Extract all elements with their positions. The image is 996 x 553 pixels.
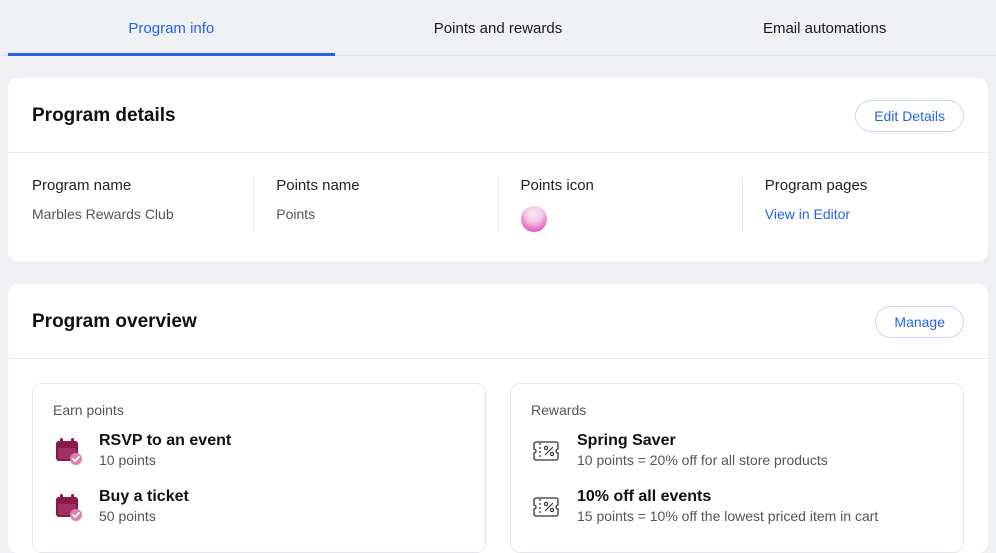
item-title: Spring Saver bbox=[577, 432, 828, 450]
program-name-label: Program name bbox=[32, 177, 231, 194]
overview-body: Earn points RSVP to an event 10 bbox=[8, 359, 988, 553]
points-icon bbox=[521, 206, 547, 232]
item-title: 10% off all events bbox=[577, 488, 878, 506]
edit-details-button[interactable]: Edit Details bbox=[855, 100, 964, 132]
item-title: RSVP to an event bbox=[99, 432, 231, 450]
view-in-editor-link[interactable]: View in Editor bbox=[765, 206, 964, 222]
points-icon-label: Points icon bbox=[521, 177, 720, 194]
program-details-header: Program details Edit Details bbox=[8, 78, 988, 152]
rewards-label: Rewards bbox=[531, 402, 943, 418]
item-sub: 10 points = 20% off for all store produc… bbox=[577, 452, 828, 468]
program-details-card: Program details Edit Details Program nam… bbox=[8, 78, 988, 262]
program-overview-card: Program overview Manage Earn points bbox=[8, 284, 988, 553]
item-sub: 10 points bbox=[99, 452, 231, 468]
program-overview-header: Program overview Manage bbox=[8, 284, 988, 358]
earn-points-panel: Earn points RSVP to an event 10 bbox=[32, 383, 486, 553]
list-item: 10% off all events 15 points = 10% off t… bbox=[531, 488, 943, 524]
item-title: Buy a ticket bbox=[99, 488, 189, 506]
item-sub: 15 points = 10% off the lowest priced it… bbox=[577, 508, 878, 524]
points-name-value: Points bbox=[276, 206, 475, 222]
item-text: Buy a ticket 50 points bbox=[99, 488, 189, 524]
item-sub: 50 points bbox=[99, 508, 189, 524]
tabs: Program info Points and rewards Email au… bbox=[0, 0, 996, 56]
program-details-title: Program details bbox=[32, 105, 176, 127]
coupon-icon bbox=[531, 492, 561, 522]
tab-email-automations[interactable]: Email automations bbox=[661, 0, 988, 55]
tab-points-and-rewards[interactable]: Points and rewards bbox=[335, 0, 662, 55]
list-item: Spring Saver 10 points = 20% off for all… bbox=[531, 432, 943, 468]
manage-button[interactable]: Manage bbox=[875, 306, 964, 338]
points-name-label: Points name bbox=[276, 177, 475, 194]
item-text: 10% off all events 15 points = 10% off t… bbox=[577, 488, 878, 524]
calendar-check-icon bbox=[53, 492, 83, 522]
coupon-icon bbox=[531, 436, 561, 466]
list-item: RSVP to an event 10 points bbox=[53, 432, 465, 468]
points-name-column: Points name Points bbox=[254, 177, 498, 232]
list-item: Buy a ticket 50 points bbox=[53, 488, 465, 524]
calendar-check-icon bbox=[53, 436, 83, 466]
item-text: Spring Saver 10 points = 20% off for all… bbox=[577, 432, 828, 468]
rewards-panel: Rewards Spring Saver 10 points = 20% off… bbox=[510, 383, 964, 553]
tab-program-info[interactable]: Program info bbox=[8, 0, 335, 55]
program-pages-label: Program pages bbox=[765, 177, 964, 194]
earn-points-label: Earn points bbox=[53, 402, 465, 418]
program-overview-title: Program overview bbox=[32, 311, 197, 333]
item-text: RSVP to an event 10 points bbox=[99, 432, 231, 468]
points-icon-column: Points icon bbox=[499, 177, 743, 232]
program-name-value: Marbles Rewards Club bbox=[32, 206, 231, 222]
program-pages-column: Program pages View in Editor bbox=[743, 177, 964, 232]
program-details-row: Program name Marbles Rewards Club Points… bbox=[8, 153, 988, 262]
program-name-column: Program name Marbles Rewards Club bbox=[32, 177, 254, 232]
